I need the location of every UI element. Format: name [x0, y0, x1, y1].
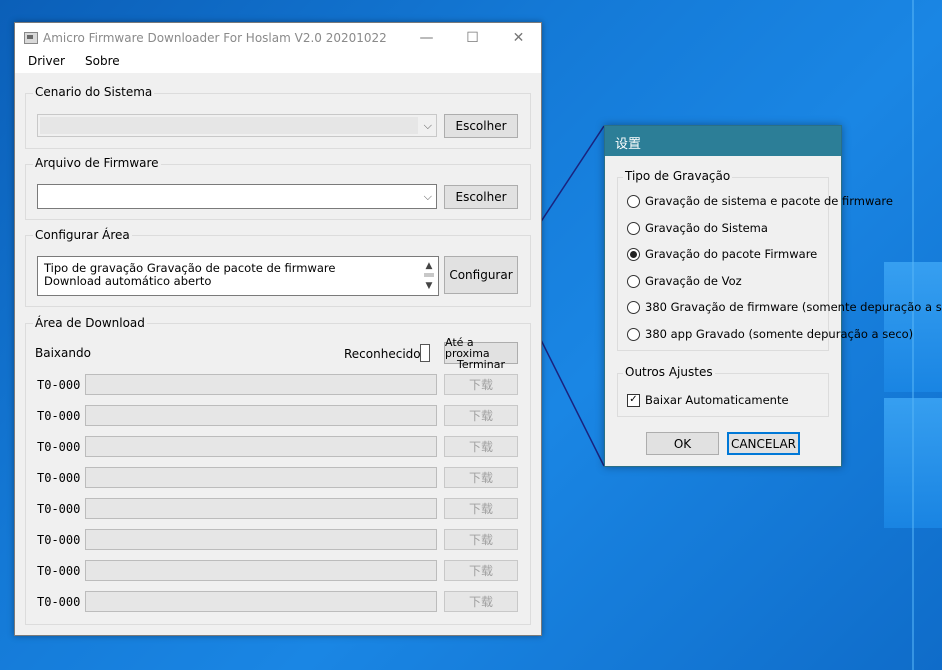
- cancel-button[interactable]: CANCELAR: [727, 432, 800, 455]
- radio-option-firmware-package[interactable]: Gravação do pacote Firmware: [627, 246, 817, 262]
- device-progress-bar: [85, 529, 437, 550]
- download-button[interactable]: 下载: [444, 498, 518, 519]
- radio-option-380-firmware[interactable]: 380 Gravação de firmware (somente depura…: [627, 299, 942, 315]
- recording-type-label: Tipo de Gravação: [623, 169, 733, 183]
- scroll-thumb[interactable]: [424, 273, 434, 277]
- scroll-up-icon[interactable]: ▲: [422, 259, 436, 273]
- downloading-status: Baixando: [35, 346, 91, 360]
- configure-area-label: Configurar Área: [33, 228, 132, 242]
- other-settings-label: Outros Ajustes: [623, 365, 715, 379]
- download-button[interactable]: 下载: [444, 560, 518, 581]
- radio-option-system-and-firmware[interactable]: Gravação de sistema e pacote de firmware: [627, 193, 893, 209]
- download-button[interactable]: 下载: [444, 436, 518, 457]
- chevron-down-icon: ⌵: [423, 189, 432, 203]
- recognized-indicator: [420, 344, 430, 362]
- auto-download-label: Baixar Automaticamente: [645, 393, 789, 407]
- radio-option-label: 380 Gravação de firmware (somente depura…: [645, 300, 942, 314]
- radio-icon: [627, 274, 640, 288]
- configure-summary-text[interactable]: Tipo de gravação Gravação de pacote de f…: [37, 256, 439, 296]
- device-progress-bar: [85, 467, 437, 488]
- device-row-label: T0-000: [37, 409, 81, 423]
- configure-button[interactable]: Configurar: [444, 256, 518, 294]
- checkmark-icon: ✓: [627, 393, 640, 407]
- device-row-label: T0-000: [37, 378, 81, 392]
- device-row-label: T0-000: [37, 502, 81, 516]
- minimize-button[interactable]: —: [404, 23, 449, 53]
- firmware-file-combo[interactable]: ⌵: [37, 184, 437, 209]
- radio-option-label: Gravação de Voz: [645, 274, 742, 288]
- close-button[interactable]: ✕: [496, 23, 541, 53]
- device-progress-bar: [85, 560, 437, 581]
- device-row-label: T0-000: [37, 595, 81, 609]
- device-progress-bar: [85, 591, 437, 612]
- radio-option-system[interactable]: Gravação do Sistema: [627, 220, 768, 236]
- menu-driver[interactable]: Driver: [28, 54, 65, 68]
- config-line-2: Download automático aberto: [44, 274, 212, 288]
- maximize-button[interactable]: ☐: [450, 23, 495, 53]
- system-scenario-value: [40, 117, 418, 134]
- radio-icon: [627, 327, 640, 341]
- chevron-down-icon: ⌵: [423, 118, 432, 132]
- device-row-label: T0-000: [37, 471, 81, 485]
- settings-dialog: 设置 Tipo de Gravação Gravação de sistema …: [604, 125, 942, 467]
- title-bar[interactable]: Amicro Firmware Downloader For Hoslam V2…: [15, 23, 541, 53]
- menu-bar: Driver Sobre: [15, 53, 541, 73]
- settings-dialog-title[interactable]: 设置: [605, 126, 841, 156]
- recognized-label: Reconhecido: [344, 347, 421, 361]
- radio-icon: [627, 194, 640, 208]
- radio-option-label: Gravação de sistema e pacote de firmware: [645, 194, 893, 208]
- download-button[interactable]: 下载: [444, 529, 518, 550]
- system-scenario-combo[interactable]: ⌵: [37, 114, 437, 137]
- ok-button[interactable]: OK: [646, 432, 719, 455]
- radio-selected-icon: [627, 247, 640, 261]
- radio-option-label: Gravação do pacote Firmware: [645, 247, 818, 261]
- device-progress-bar: [85, 498, 437, 519]
- download-button[interactable]: 下载: [444, 405, 518, 426]
- radio-icon: [627, 300, 640, 314]
- download-button[interactable]: 下载: [444, 467, 518, 488]
- download-area-label: Área de Download: [33, 316, 147, 330]
- menu-sobre[interactable]: Sobre: [85, 54, 120, 68]
- device-row-label: T0-000: [37, 440, 81, 454]
- scroll-down-icon[interactable]: ▼: [422, 279, 436, 293]
- system-scenario-label: Cenario do Sistema: [33, 85, 155, 99]
- firmware-file-label: Arquivo de Firmware: [33, 156, 161, 170]
- radio-option-label: 380 app Gravado (somente depuração a sec…: [645, 327, 914, 341]
- next-button-line2: Terminar: [457, 357, 505, 371]
- radio-option-label: Gravação do Sistema: [645, 221, 768, 235]
- next-finish-button[interactable]: Até a proxima Terminar: [444, 337, 518, 370]
- device-progress-bar: [85, 436, 437, 457]
- device-progress-bar: [85, 374, 437, 395]
- radio-option-380-app[interactable]: 380 app Gravado (somente depuração a sec…: [627, 326, 913, 342]
- window-title: Amicro Firmware Downloader For Hoslam V2…: [43, 31, 387, 45]
- app-icon: [24, 32, 38, 44]
- next-button-line1: Até a proxima: [445, 335, 490, 360]
- download-button[interactable]: 下载: [444, 591, 518, 612]
- auto-download-checkbox[interactable]: ✓ Baixar Automaticamente: [627, 392, 789, 408]
- download-button[interactable]: 下载: [444, 374, 518, 395]
- device-progress-bar: [85, 405, 437, 426]
- radio-option-voice[interactable]: Gravação de Voz: [627, 273, 742, 289]
- device-row-label: T0-000: [37, 564, 81, 578]
- main-window: Amicro Firmware Downloader For Hoslam V2…: [14, 22, 542, 636]
- device-row-label: T0-000: [37, 533, 81, 547]
- choose-firmware-button[interactable]: Escolher: [444, 185, 518, 209]
- radio-icon: [627, 221, 640, 235]
- choose-scenario-button[interactable]: Escolher: [444, 114, 518, 138]
